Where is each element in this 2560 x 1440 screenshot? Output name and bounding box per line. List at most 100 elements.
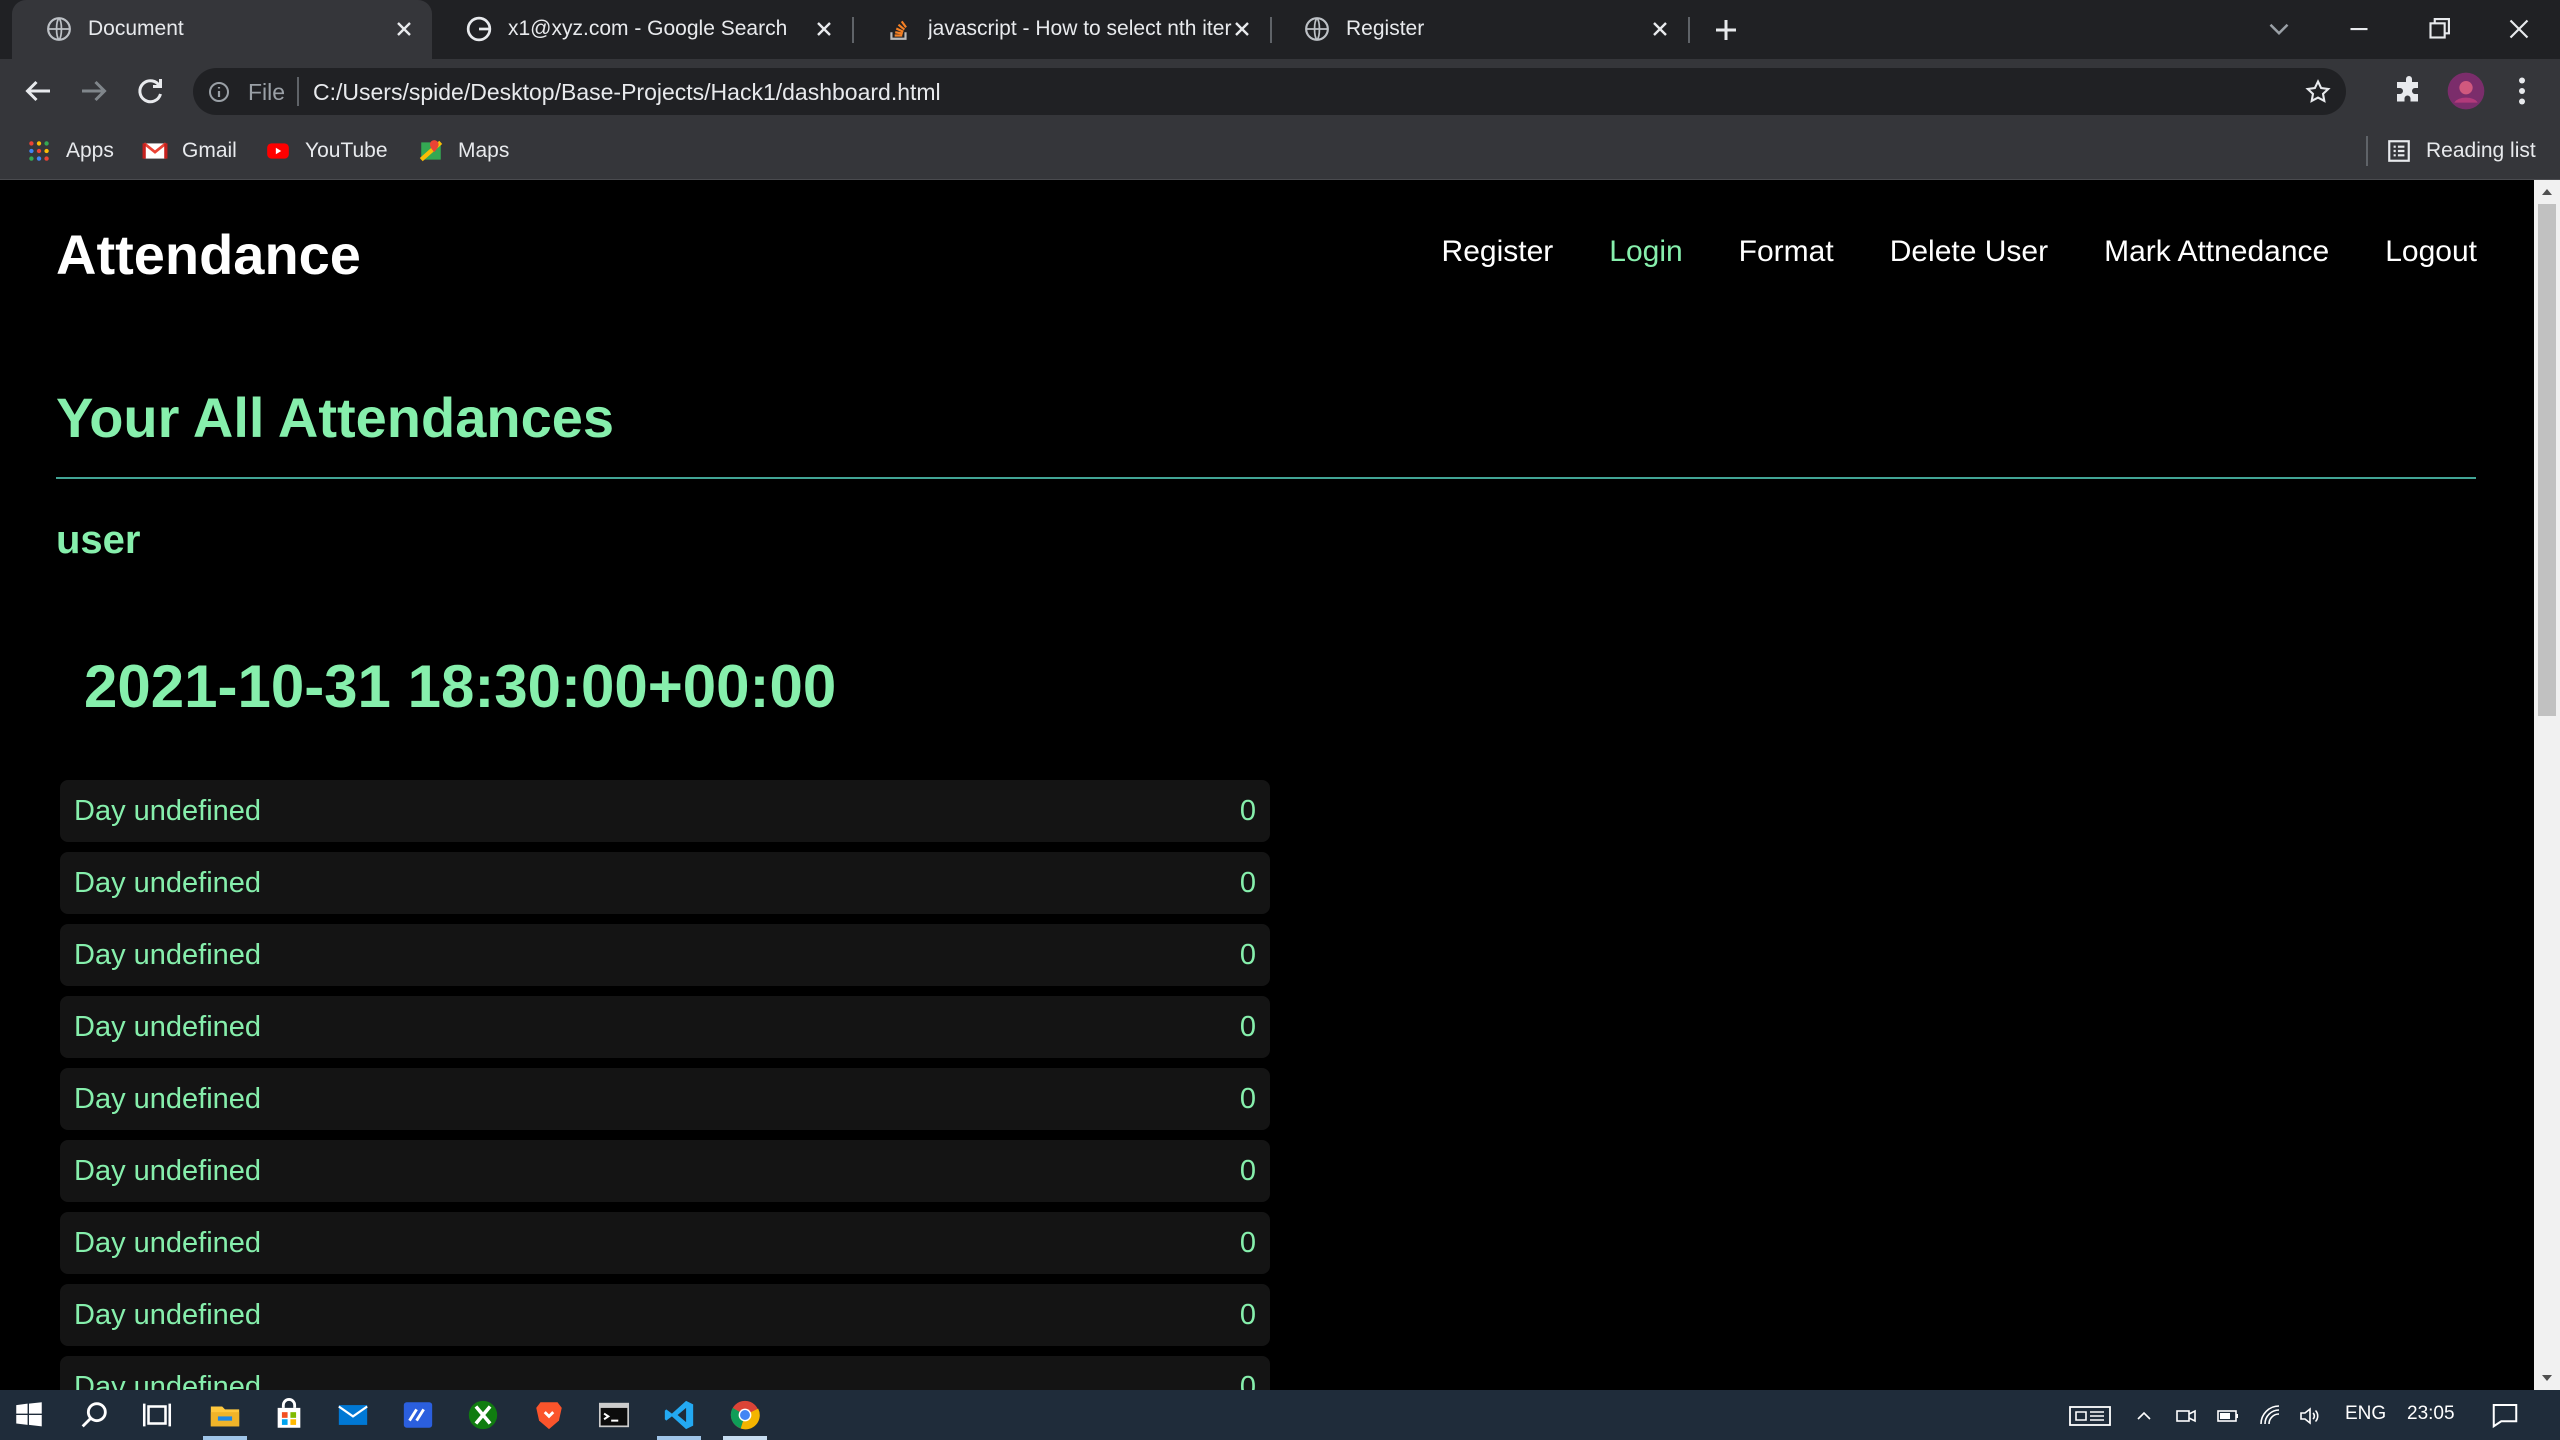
forward-arrow-icon[interactable] bbox=[76, 73, 112, 109]
scroll-thumb[interactable] bbox=[2538, 204, 2556, 716]
store-icon[interactable] bbox=[272, 1398, 306, 1432]
list-item: Day undefined 0 bbox=[60, 1068, 1270, 1130]
news-widget-icon[interactable] bbox=[2068, 1404, 2112, 1428]
volume-icon[interactable] bbox=[2298, 1404, 2322, 1428]
tab-register[interactable]: Register bbox=[1270, 0, 1688, 59]
scroll-up-arrow-icon[interactable] bbox=[2539, 184, 2555, 200]
list-item: Day undefined 0 bbox=[60, 924, 1270, 986]
meet-now-icon[interactable] bbox=[2174, 1404, 2198, 1428]
new-tab-plus-icon[interactable] bbox=[1711, 15, 1741, 45]
windows-start-icon[interactable] bbox=[12, 1398, 46, 1432]
back-arrow-icon[interactable] bbox=[20, 73, 56, 109]
profile-avatar[interactable] bbox=[2446, 71, 2486, 111]
page-viewport: Attendance Register Login Format Delete … bbox=[0, 180, 2534, 1390]
running-indicator bbox=[657, 1436, 701, 1440]
url-text[interactable]: C:/Users/spide/Desktop/Base-Projects/Hac… bbox=[313, 79, 941, 105]
windows-taskbar: ENG 23:05 bbox=[0, 1390, 2560, 1440]
day-label: Day undefined bbox=[74, 1226, 262, 1259]
bookmark-maps[interactable]: Maps bbox=[418, 136, 509, 166]
day-label: Day undefined bbox=[74, 1082, 262, 1115]
restore-icon[interactable] bbox=[2422, 12, 2456, 46]
nav-format[interactable]: Format bbox=[1739, 235, 1834, 269]
omnibox-divider bbox=[297, 77, 299, 106]
tab-separator bbox=[1688, 17, 1690, 43]
tab-title: x1@xyz.com - Google Search bbox=[508, 17, 788, 40]
terminal-app-icon[interactable] bbox=[401, 1398, 435, 1432]
bookmark-label: Gmail bbox=[182, 139, 237, 162]
date-heading: 2021-10-31 18:30:00+00:00 bbox=[84, 653, 837, 720]
day-value: 0 bbox=[1239, 794, 1256, 827]
maps-icon bbox=[419, 140, 443, 162]
nav-delete-user[interactable]: Delete User bbox=[1890, 235, 2048, 269]
list-item: Day undefined 0 bbox=[60, 780, 1270, 842]
minimize-icon[interactable] bbox=[2342, 12, 2376, 46]
bookmarks-bar: Apps Gmail YouTube Maps Reading list bbox=[0, 124, 2560, 180]
list-item: Day undefined 0 bbox=[60, 1140, 1270, 1202]
vscode-icon[interactable] bbox=[662, 1398, 696, 1432]
username-label: user bbox=[56, 518, 141, 562]
tab-google-search[interactable]: x1@xyz.com - Google Search bbox=[432, 0, 852, 59]
file-explorer-icon[interactable] bbox=[208, 1398, 242, 1432]
gmail-icon bbox=[142, 142, 168, 159]
globe-icon bbox=[47, 17, 71, 41]
nav-register[interactable]: Register bbox=[1442, 235, 1554, 269]
bookmark-gmail[interactable]: Gmail bbox=[142, 136, 237, 166]
extensions-puzzle-icon[interactable] bbox=[2391, 73, 2427, 109]
day-label: Day undefined bbox=[74, 1010, 262, 1043]
close-icon[interactable] bbox=[1648, 17, 1672, 41]
stackoverflow-icon bbox=[890, 20, 907, 40]
list-item: Day undefined 0 bbox=[60, 996, 1270, 1058]
day-value: 0 bbox=[1239, 1370, 1256, 1391]
bookmark-youtube[interactable]: YouTube bbox=[265, 136, 388, 166]
battery-icon[interactable] bbox=[2216, 1404, 2240, 1428]
active-indicator bbox=[723, 1436, 767, 1440]
language-indicator[interactable]: ENG bbox=[2345, 1403, 2386, 1425]
xbox-icon[interactable] bbox=[466, 1398, 500, 1432]
command-prompt-icon[interactable] bbox=[597, 1398, 631, 1432]
day-value: 0 bbox=[1239, 866, 1256, 899]
brave-icon[interactable] bbox=[532, 1398, 566, 1432]
bookmark-apps[interactable]: Apps bbox=[26, 136, 114, 166]
page-scrollbar[interactable] bbox=[2534, 180, 2560, 1390]
page-title: Your All Attendances bbox=[56, 386, 615, 449]
mail-icon[interactable] bbox=[336, 1398, 370, 1432]
day-label: Day undefined bbox=[74, 866, 262, 899]
tab-search-chevron-icon[interactable] bbox=[2262, 12, 2296, 46]
close-icon[interactable] bbox=[812, 17, 836, 41]
reading-list-label: Reading list bbox=[2426, 139, 2536, 162]
close-icon[interactable] bbox=[1230, 17, 1254, 41]
day-value: 0 bbox=[1239, 938, 1256, 971]
tab-title: javascript - How to select nth iter bbox=[928, 17, 1232, 40]
bookmark-label: Apps bbox=[66, 139, 114, 162]
info-icon[interactable] bbox=[207, 80, 231, 104]
close-icon[interactable] bbox=[392, 17, 416, 41]
scroll-down-arrow-icon[interactable] bbox=[2539, 1370, 2555, 1386]
nav-login[interactable]: Login bbox=[1609, 235, 1682, 269]
day-value: 0 bbox=[1239, 1010, 1256, 1043]
site-brand[interactable]: Attendance bbox=[56, 222, 361, 287]
reading-list-button[interactable]: Reading list bbox=[2386, 136, 2536, 166]
more-menu-icon[interactable] bbox=[2504, 73, 2540, 109]
clock[interactable]: 23:05 bbox=[2407, 1403, 2455, 1425]
day-value: 0 bbox=[1239, 1226, 1256, 1259]
task-view-icon[interactable] bbox=[140, 1398, 174, 1432]
bookmark-star-icon[interactable] bbox=[2304, 78, 2332, 106]
tab-stackoverflow[interactable]: javascript - How to select nth iter bbox=[852, 0, 1270, 59]
window-close-icon[interactable] bbox=[2502, 12, 2536, 46]
reload-icon[interactable] bbox=[132, 73, 168, 109]
nav-mark-attendance[interactable]: Mark Attnedance bbox=[2104, 235, 2329, 269]
day-value: 0 bbox=[1239, 1154, 1256, 1187]
list-item: Day undefined 0 bbox=[60, 852, 1270, 914]
chrome-icon[interactable] bbox=[728, 1398, 762, 1432]
chevron-up-icon[interactable] bbox=[2132, 1404, 2156, 1428]
search-icon[interactable] bbox=[77, 1398, 111, 1432]
tab-document[interactable]: Document bbox=[12, 0, 432, 59]
site-nav: Register Login Format Delete User Mark A… bbox=[1442, 235, 2477, 269]
notifications-icon[interactable] bbox=[2490, 1400, 2520, 1430]
day-label: Day undefined bbox=[74, 1154, 262, 1187]
day-label: Day undefined bbox=[74, 1298, 262, 1331]
address-bar[interactable]: File C:/Users/spide/Desktop/Base-Project… bbox=[193, 68, 2346, 115]
wifi-icon[interactable] bbox=[2258, 1404, 2282, 1428]
day-label: Day undefined bbox=[74, 938, 262, 971]
nav-logout[interactable]: Logout bbox=[2385, 235, 2477, 269]
